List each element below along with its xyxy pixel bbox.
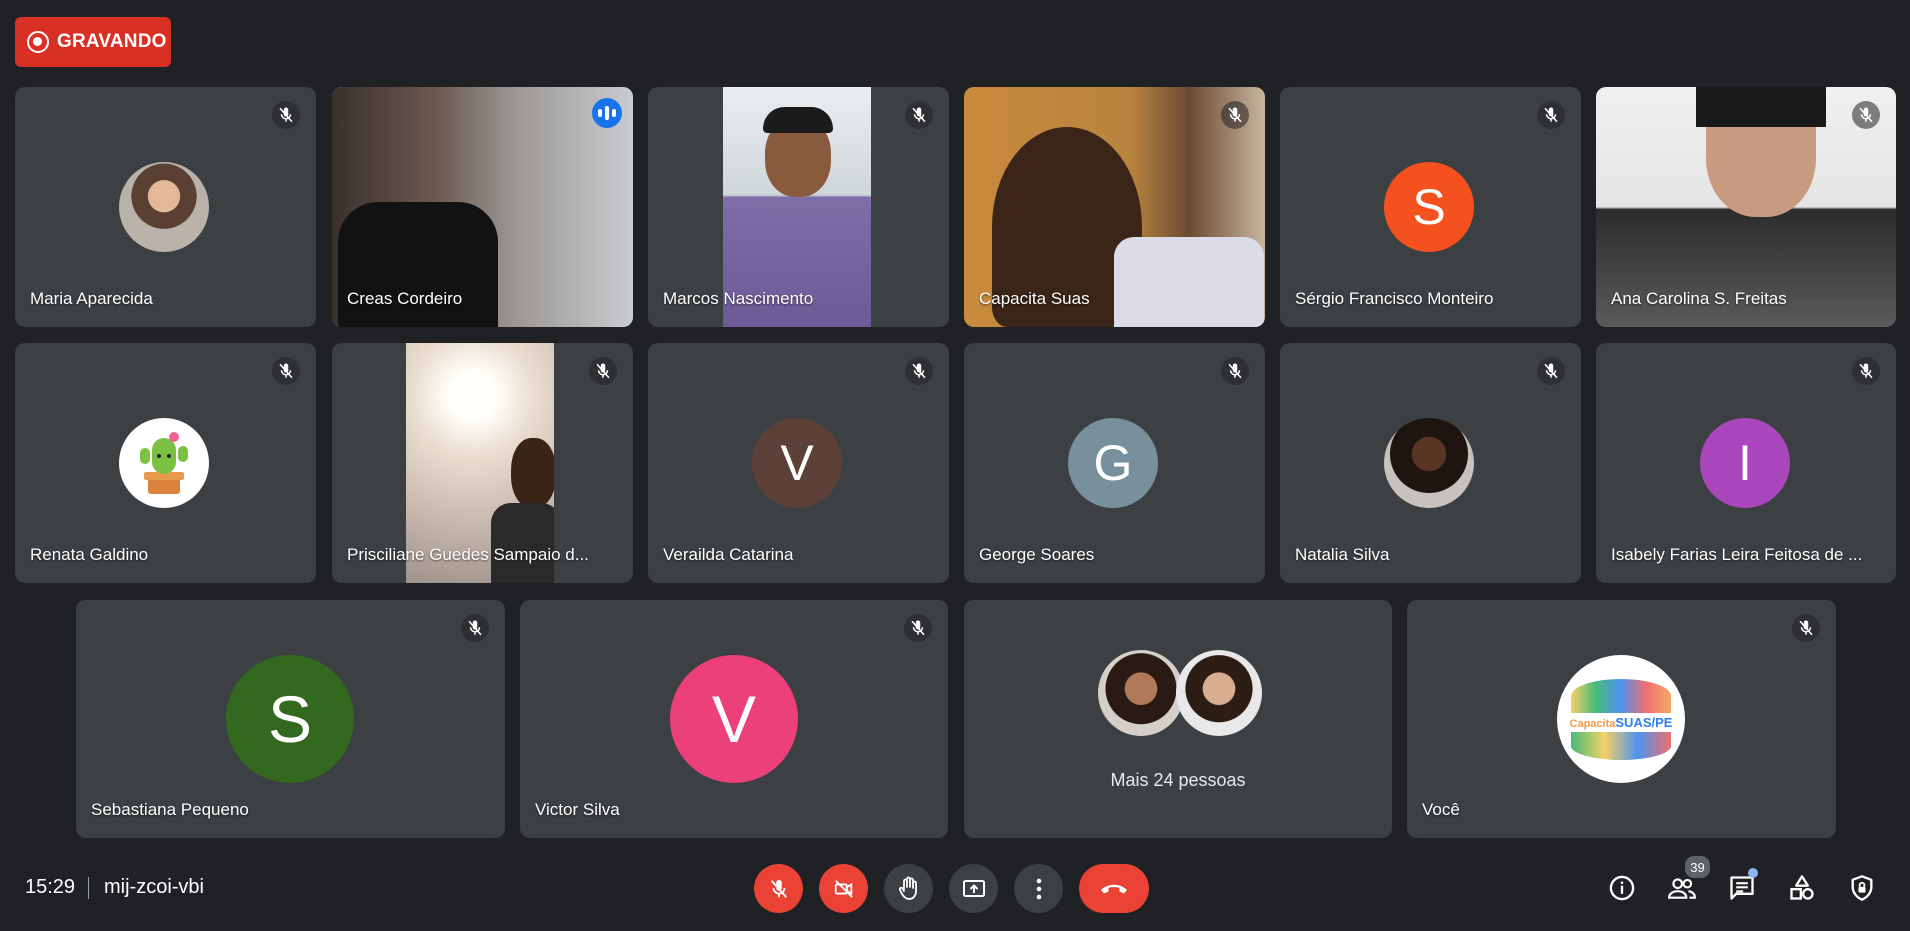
mic-toggle-button[interactable] bbox=[754, 864, 803, 913]
mic-muted-icon bbox=[904, 614, 932, 642]
more-people-label: Mais 24 pessoas bbox=[1110, 770, 1246, 790]
participant-tile[interactable]: G George Soares bbox=[964, 343, 1265, 583]
more-options-button[interactable] bbox=[1014, 864, 1063, 913]
more-options-icon bbox=[1036, 878, 1041, 899]
raise-hand-icon bbox=[898, 876, 917, 900]
participant-name: Renata Galdino bbox=[30, 545, 149, 564]
participant-tile-self[interactable]: CapacitaSUAS/PE Você bbox=[1407, 600, 1836, 838]
participant-name: Você bbox=[1422, 800, 1460, 819]
participant-name: Ana Carolina S. Freitas bbox=[1611, 289, 1787, 308]
participant-name: Creas Cordeiro bbox=[347, 289, 463, 308]
participant-tile[interactable]: Marcos Nascimento bbox=[648, 87, 949, 327]
participant-tile[interactable]: S Sebastiana Pequeno bbox=[76, 600, 505, 838]
unread-indicator bbox=[1748, 868, 1758, 878]
clock-time: 15:29 bbox=[25, 876, 76, 898]
mic-muted-icon bbox=[589, 357, 617, 385]
participant-photo-avatar bbox=[1176, 650, 1262, 736]
participant-initial-avatar: G bbox=[1068, 418, 1158, 508]
meeting-details-button[interactable] bbox=[1604, 870, 1640, 906]
camera-off-icon bbox=[834, 879, 853, 898]
mic-muted-icon bbox=[905, 357, 933, 385]
participant-name: Verailda Catarina bbox=[663, 545, 794, 564]
mic-muted-icon bbox=[1792, 614, 1820, 642]
mic-muted-icon bbox=[272, 101, 300, 129]
mic-muted-icon bbox=[461, 614, 489, 642]
participant-name: Capacita Suas bbox=[979, 289, 1090, 308]
participant-tile[interactable]: Ana Carolina S. Freitas bbox=[1596, 87, 1896, 327]
cactus-avatar bbox=[119, 418, 209, 508]
participant-initial-avatar: S bbox=[1384, 162, 1474, 252]
participant-name: George Soares bbox=[979, 545, 1095, 564]
people-count-badge: 39 bbox=[1683, 854, 1712, 880]
participant-tile[interactable]: I Isabely Farias Leira Feitosa de ... bbox=[1596, 343, 1896, 583]
participant-tile-speaking[interactable]: Creas Cordeiro bbox=[332, 87, 633, 327]
chat-icon bbox=[1730, 876, 1754, 900]
participant-initial-avatar: V bbox=[752, 418, 842, 508]
participant-tile[interactable]: V Verailda Catarina bbox=[648, 343, 949, 583]
recording-badge: GRAVANDO bbox=[15, 17, 171, 67]
participant-initial-avatar: I bbox=[1700, 418, 1790, 508]
participant-name: Maria Aparecida bbox=[30, 289, 153, 308]
participant-initial-avatar: V bbox=[670, 655, 798, 783]
info-icon bbox=[1609, 875, 1635, 901]
logo-text-capacita: Capacita bbox=[1569, 717, 1616, 730]
record-icon bbox=[27, 31, 49, 53]
end-call-icon bbox=[1101, 884, 1127, 893]
participant-name: Sérgio Francisco Monteiro bbox=[1295, 289, 1494, 308]
more-people-tile[interactable]: Mais 24 pessoas bbox=[964, 600, 1392, 838]
participant-photo-avatar bbox=[1384, 418, 1474, 508]
meeting-code: mij-zcoi-vbi bbox=[104, 876, 204, 898]
raise-hand-button[interactable] bbox=[884, 864, 933, 913]
capacita-suas-logo-avatar: CapacitaSUAS/PE bbox=[1557, 655, 1685, 783]
participant-tile[interactable]: Capacita Suas bbox=[964, 87, 1265, 327]
recording-label: GRAVANDO bbox=[57, 31, 167, 52]
participant-tile[interactable]: Natalia Silva bbox=[1280, 343, 1581, 583]
speaking-indicator-icon bbox=[592, 98, 622, 128]
participant-tile[interactable]: Renata Galdino bbox=[15, 343, 316, 583]
participant-tile[interactable]: Maria Aparecida bbox=[15, 87, 316, 327]
mic-muted-icon bbox=[1537, 101, 1565, 129]
participant-tile[interactable]: V Victor Silva bbox=[520, 600, 948, 838]
participant-name: Isabely Farias Leira Feitosa de ... bbox=[1611, 545, 1863, 564]
mic-muted-icon bbox=[1852, 357, 1880, 385]
mic-muted-icon bbox=[1221, 357, 1249, 385]
host-controls-icon bbox=[1851, 875, 1873, 901]
participant-tile[interactable]: Prisciliane Guedes Sampaio d... bbox=[332, 343, 633, 583]
host-controls-button[interactable] bbox=[1844, 870, 1880, 906]
participant-name: Marcos Nascimento bbox=[663, 289, 814, 308]
leave-call-button[interactable] bbox=[1079, 864, 1149, 913]
participant-tile[interactable]: S Sérgio Francisco Monteiro bbox=[1280, 87, 1581, 327]
activities-icon bbox=[1790, 875, 1814, 900]
participant-name: Prisciliane Guedes Sampaio d... bbox=[347, 545, 589, 564]
divider bbox=[88, 877, 89, 899]
mic-muted-icon bbox=[272, 357, 300, 385]
activities-button[interactable] bbox=[1784, 870, 1820, 906]
mic-muted-icon bbox=[1852, 101, 1880, 129]
present-screen-button[interactable] bbox=[949, 864, 998, 913]
present-icon bbox=[962, 879, 985, 897]
logo-text-suas: SUAS/PE bbox=[1615, 714, 1673, 730]
mic-muted-icon bbox=[1221, 101, 1249, 129]
mic-muted-icon bbox=[1537, 357, 1565, 385]
participant-photo-avatar bbox=[119, 162, 209, 252]
participant-initial-avatar: S bbox=[226, 655, 354, 783]
participant-name: Natalia Silva bbox=[1295, 545, 1390, 564]
mic-muted-icon bbox=[905, 101, 933, 129]
participant-name: Sebastiana Pequeno bbox=[91, 800, 249, 819]
camera-toggle-button[interactable] bbox=[819, 864, 868, 913]
participant-photo-avatar bbox=[1098, 650, 1184, 736]
participant-name: Victor Silva bbox=[535, 800, 620, 819]
mic-off-icon bbox=[770, 879, 787, 898]
